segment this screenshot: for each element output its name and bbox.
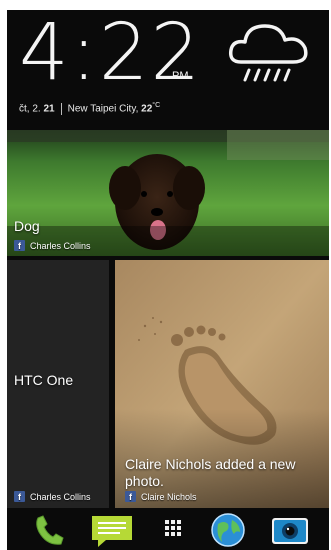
clock-widget[interactable]: 4:22 PM čt, 2. 21 New Taipei City, 22°C — [15, 14, 315, 132]
dog-photo — [7, 130, 329, 256]
tile-author: Charles Collins — [30, 491, 91, 502]
divider — [60, 102, 62, 115]
tile-credit: f Charles Collins — [14, 491, 91, 502]
temperature: 22 — [141, 103, 153, 115]
app-dock — [7, 510, 329, 550]
tile-caption: Claire Nichols added a new photo. — [125, 456, 296, 489]
tile-credit: f Claire Nichols — [125, 491, 197, 502]
feed-tile-photo[interactable]: Claire Nichols added a new photo. f Clai… — [115, 260, 329, 508]
facebook-icon: f — [125, 491, 136, 502]
tile-caption: Dog — [14, 218, 40, 234]
tile-credit: f Charles Collins — [14, 240, 91, 251]
browser-globe-icon[interactable] — [210, 512, 246, 548]
app-drawer-icon[interactable] — [155, 512, 191, 548]
facebook-icon: f — [14, 240, 25, 251]
tile-author: Charles Collins — [30, 240, 91, 251]
date-day-number: 21 — [43, 103, 55, 115]
messages-icon[interactable] — [90, 512, 134, 548]
phone-icon[interactable] — [31, 512, 67, 548]
clock-ampm: PM — [172, 70, 189, 82]
feed-tile-dog[interactable]: Dog f Charles Collins — [7, 130, 329, 256]
facebook-icon: f — [14, 491, 25, 502]
date-location-row: čt, 2. 21 New Taipei City, 22°C — [19, 102, 160, 115]
temperature-unit: °C — [152, 102, 161, 109]
tile-caption: HTC One — [14, 372, 74, 388]
camera-icon[interactable] — [270, 512, 310, 548]
date-day: čt, 2. — [19, 103, 41, 115]
rain-cloud-icon[interactable] — [227, 20, 311, 90]
feed-tile-htc-one[interactable]: HTC One f Charles Collins — [7, 260, 109, 508]
location: New Taipei City, — [67, 103, 139, 115]
home-screen: 4:22 PM čt, 2. 21New Taipei City, 22°C — [7, 10, 329, 550]
tile-author: Claire Nichols — [141, 491, 197, 502]
